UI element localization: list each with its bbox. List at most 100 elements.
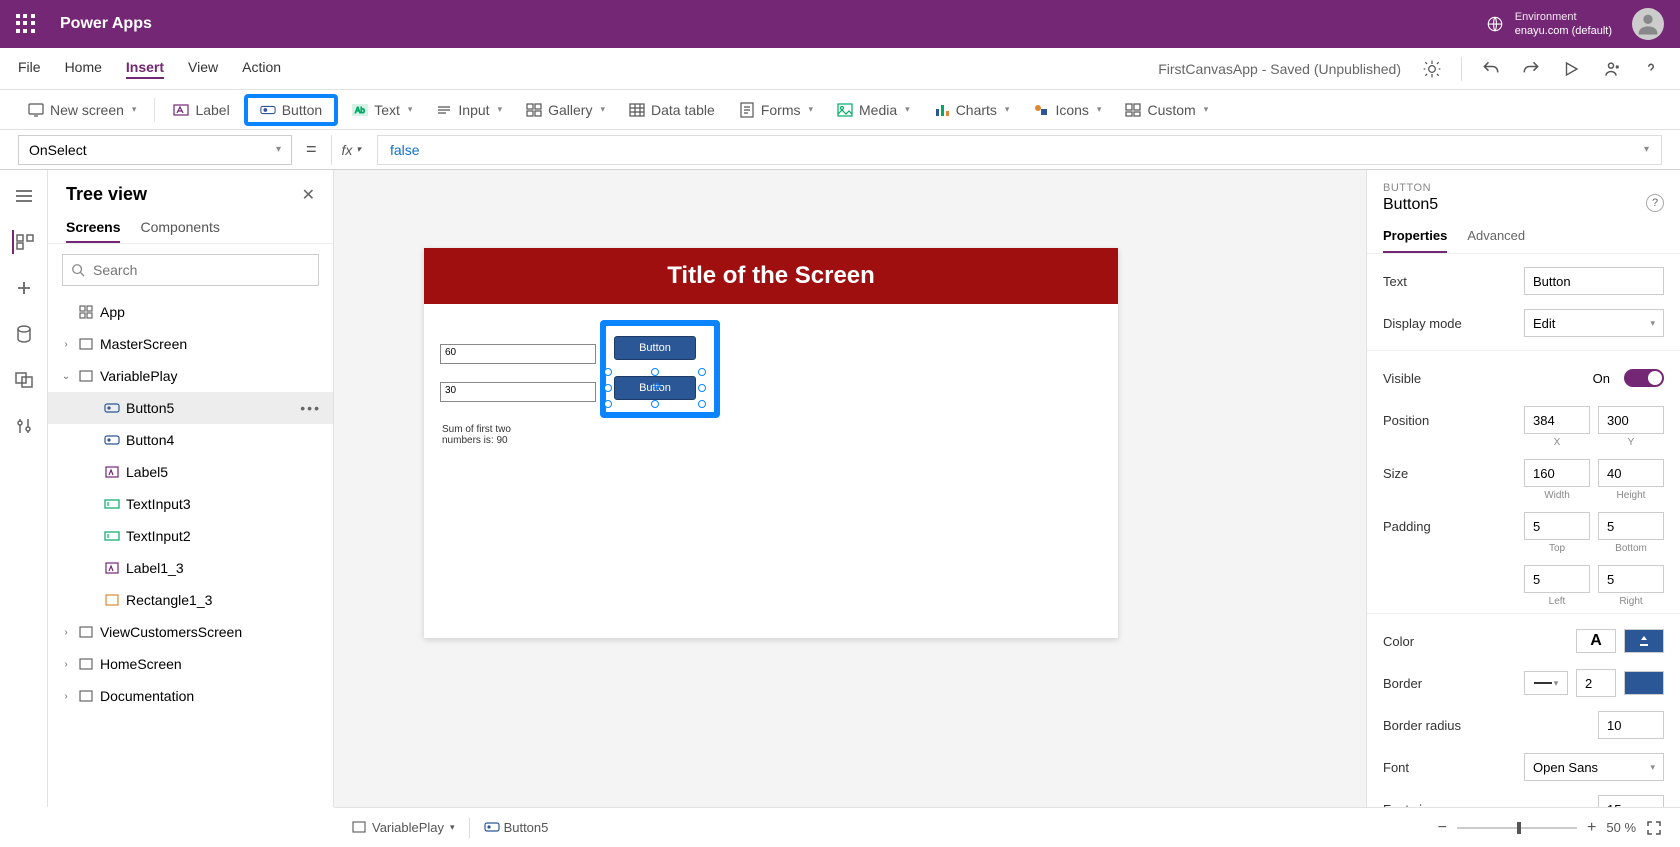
control-kind: BUTTON	[1383, 182, 1664, 194]
tab-screens[interactable]: Screens	[66, 213, 120, 243]
fill-color-chip[interactable]	[1624, 629, 1664, 653]
font-color-chip[interactable]: A	[1576, 629, 1616, 653]
more-options-icon[interactable]: •••	[300, 400, 321, 416]
prop-label-radius: Border radius	[1383, 718, 1590, 733]
tab-advanced[interactable]: Advanced	[1467, 220, 1525, 253]
font-select[interactable]: Open Sans▾	[1524, 753, 1664, 781]
menu-insert[interactable]: Insert	[126, 59, 164, 79]
tree-node-variableplay[interactable]: ⌄ VariablePlay	[48, 360, 333, 392]
hamburger-icon[interactable]	[12, 184, 36, 208]
border-width-input[interactable]	[1576, 669, 1616, 697]
tree-node-viewcustomers[interactable]: › ViewCustomersScreen	[48, 616, 333, 648]
canvas-textinput-1[interactable]: 60	[440, 344, 596, 364]
breadcrumb-screen[interactable]: VariablePlay ▾	[352, 820, 455, 835]
formula-expand-icon[interactable]: ▾	[1644, 144, 1649, 155]
gallery-icon	[526, 102, 542, 118]
advanced-tools-icon[interactable]	[12, 414, 36, 438]
label-button[interactable]: Label	[163, 96, 239, 124]
tree-node-button4[interactable]: Button4	[48, 424, 333, 456]
prop-input-pad-bottom[interactable]	[1598, 512, 1664, 540]
environment-selector[interactable]: Environment enayu.com (default)	[1485, 10, 1612, 39]
data-icon[interactable]	[12, 322, 36, 346]
tree-node-textinput2[interactable]: TextInput2	[48, 520, 333, 552]
play-icon[interactable]	[1560, 58, 1582, 80]
gallery-button[interactable]: Gallery▾	[516, 96, 615, 124]
tree-node-masterscreen[interactable]: › MasterScreen	[48, 328, 333, 360]
screen-canvas[interactable]: Title of the Screen 60 30 Sum of first t…	[424, 248, 1118, 638]
prop-input-text[interactable]: Button	[1524, 267, 1664, 295]
zoom-in-button[interactable]: +	[1587, 819, 1596, 837]
app-name: Power Apps	[60, 15, 152, 33]
new-screen-button[interactable]: New screen▾	[18, 96, 146, 124]
fx-button[interactable]: fx▾	[331, 135, 371, 165]
icons-button[interactable]: Icons▾	[1023, 96, 1111, 124]
prop-input-x[interactable]	[1524, 406, 1590, 434]
close-icon[interactable]: ✕	[302, 185, 315, 205]
share-icon[interactable]	[1600, 58, 1622, 80]
tree-node-app[interactable]: App	[48, 296, 333, 328]
insert-icon[interactable]	[12, 276, 36, 300]
forms-button[interactable]: Forms▾	[729, 96, 823, 124]
canvas-area[interactable]: Title of the Screen 60 30 Sum of first t…	[334, 170, 1366, 807]
zoom-out-button[interactable]: −	[1438, 819, 1447, 837]
redo-icon[interactable]	[1520, 58, 1542, 80]
tab-components[interactable]: Components	[140, 213, 219, 243]
property-selector[interactable]: OnSelect ▾	[18, 135, 292, 165]
data-table-button[interactable]: Data table	[619, 96, 725, 124]
button-insert-button[interactable]: Button	[244, 94, 338, 126]
fit-screen-icon[interactable]	[1646, 820, 1662, 836]
canvas-button5[interactable]: Button	[614, 376, 696, 400]
prop-input-width[interactable]	[1524, 459, 1590, 487]
input-button[interactable]: Input▾	[426, 96, 512, 124]
zoom-slider[interactable]	[1457, 827, 1577, 829]
tree-view-icon[interactable]	[12, 230, 36, 254]
menu-action[interactable]: Action	[242, 59, 281, 79]
tree-search-input[interactable]	[93, 262, 310, 278]
tree-node-textinput3[interactable]: TextInput3	[48, 488, 333, 520]
visible-toggle[interactable]	[1624, 369, 1664, 387]
app-launcher-icon[interactable]	[16, 14, 36, 34]
custom-button[interactable]: Custom▾	[1115, 96, 1218, 124]
canvas-textinput-2[interactable]: 30	[440, 382, 596, 402]
tree-node-rectangle1-3[interactable]: Rectangle1_3	[48, 584, 333, 616]
canvas-button4[interactable]: Button	[614, 336, 696, 360]
canvas-title-label[interactable]: Title of the Screen	[424, 248, 1118, 304]
menu-home[interactable]: Home	[65, 59, 102, 79]
border-color-chip[interactable]	[1624, 671, 1664, 695]
tree-search[interactable]	[62, 254, 319, 286]
canvas-sum-label[interactable]: Sum of first two numbers is: 90	[442, 424, 542, 446]
media-button[interactable]: Media▾	[827, 96, 920, 124]
prop-input-pad-right[interactable]	[1598, 565, 1664, 593]
screen-icon	[28, 102, 44, 118]
fontsize-input[interactable]	[1598, 795, 1664, 807]
undo-icon[interactable]	[1480, 58, 1502, 80]
tab-properties[interactable]: Properties	[1383, 220, 1447, 253]
border-style-select[interactable]: ▾	[1524, 671, 1568, 695]
button-icon	[484, 821, 498, 835]
tree-node-documentation[interactable]: › Documentation	[48, 680, 333, 712]
formula-input[interactable]: false ▾	[377, 135, 1662, 165]
media-rail-icon[interactable]	[12, 368, 36, 392]
rectangle-icon	[104, 592, 120, 608]
menu-file[interactable]: File	[18, 59, 41, 79]
prop-input-displaymode[interactable]: Edit▾	[1524, 309, 1664, 337]
tree-node-homescreen[interactable]: › HomeScreen	[48, 648, 333, 680]
help-icon[interactable]: ?	[1646, 194, 1664, 212]
insert-ribbon: New screen▾ Label Button Ab Text▾ Input▾…	[0, 90, 1680, 130]
menu-view[interactable]: View	[188, 59, 218, 79]
breadcrumb-control[interactable]: Button5	[484, 820, 549, 835]
help-icon[interactable]	[1640, 58, 1662, 80]
app-checker-icon[interactable]	[1421, 58, 1443, 80]
prop-input-height[interactable]	[1598, 459, 1664, 487]
charts-button[interactable]: Charts▾	[924, 96, 1020, 124]
prop-input-pad-left[interactable]	[1524, 565, 1590, 593]
tree-node-label5[interactable]: Label5	[48, 456, 333, 488]
text-button[interactable]: Ab Text▾	[342, 96, 422, 124]
environment-label: Environment	[1515, 10, 1612, 24]
tree-node-button5[interactable]: Button5 •••	[48, 392, 333, 424]
prop-input-y[interactable]	[1598, 406, 1664, 434]
prop-input-pad-top[interactable]	[1524, 512, 1590, 540]
tree-node-label1-3[interactable]: Label1_3	[48, 552, 333, 584]
border-radius-input[interactable]	[1598, 711, 1664, 739]
user-avatar[interactable]	[1632, 8, 1664, 40]
